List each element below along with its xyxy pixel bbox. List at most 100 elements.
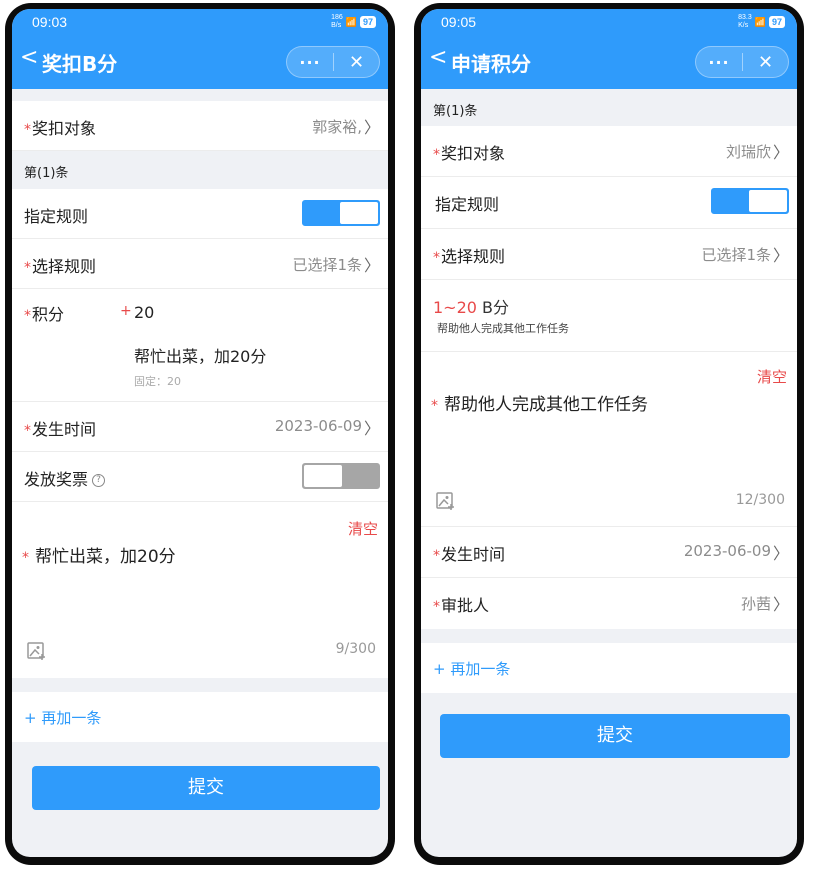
remark-text[interactable]: * 帮忙出菜，加20分 — [22, 542, 176, 567]
screenshot-canvas: 09:03 186 B/s 📶 97 < 奖扣B分 ··· ✕ *奖扣对象 郭家… — [0, 0, 817, 869]
nav-bar: < 奖扣B分 ··· ✕ — [12, 35, 388, 89]
remark-text[interactable]: * 帮助他人完成其他工作任务 — [431, 390, 648, 415]
target-label: *奖扣对象 — [433, 144, 506, 163]
clear-button[interactable]: 清空 — [348, 518, 378, 539]
required-mark: * — [24, 308, 31, 324]
phone-left: 09:03 186 B/s 📶 97 < 奖扣B分 ··· ✕ *奖扣对象 郭家… — [5, 3, 395, 865]
status-icons: 186 B/s 📶 97 — [331, 14, 376, 30]
target-value: 刘瑞欣 — [725, 143, 771, 161]
rule-toggle-label: 指定规则 — [435, 195, 500, 214]
char-counter: 9/300 — [335, 641, 376, 657]
rule-info-row: 1~20 B分 帮助他人完成其他工作任务 — [421, 280, 797, 352]
rule-range: 1~20 B分 — [433, 298, 510, 317]
submit-button[interactable]: 提交 — [32, 766, 380, 810]
network-speed: 186 B/s — [331, 14, 343, 29]
target-value: 郭家裕, — [312, 118, 362, 136]
time-value: 2023-06-09 — [683, 542, 771, 560]
chevron-right-icon: 〉 — [363, 419, 380, 438]
screen-right: 09:05 83.3 K/s 📶 97 < 申请积分 ··· ✕ 第(1)条 *… — [421, 9, 797, 857]
form-content: *奖扣对象 郭家裕, 〉 第(1)条 指定规则 *选择规则 已选择1条 〉 *积… — [12, 89, 388, 742]
add-more-row[interactable]: + 再加一条 — [421, 643, 797, 693]
screen-left: 09:03 186 B/s 📶 97 < 奖扣B分 ··· ✕ *奖扣对象 郭家… — [12, 9, 388, 857]
required-mark: * — [433, 147, 440, 163]
required-mark: * — [24, 122, 31, 138]
close-icon[interactable]: ✕ — [334, 52, 379, 73]
select-rule-value: 已选择1条 — [701, 246, 771, 264]
form-content: 第(1)条 *奖扣对象 刘瑞欣 〉 指定规则 *选择规则 已选择1条 〉 1~2… — [421, 89, 797, 693]
rule-toggle-switch[interactable] — [302, 200, 380, 226]
target-row[interactable]: *奖扣对象 刘瑞欣 〉 — [421, 126, 797, 177]
section-header: 第(1)条 — [421, 89, 797, 126]
chevron-right-icon: 〉 — [363, 256, 380, 275]
points-value[interactable]: 20 — [134, 303, 154, 322]
chevron-right-icon: 〉 — [363, 118, 380, 137]
page-title: 奖扣B分 — [42, 52, 118, 76]
status-time: 09:03 — [32, 14, 68, 30]
select-rule-row[interactable]: *选择规则 已选择1条 〉 — [421, 229, 797, 280]
status-time: 09:05 — [441, 14, 477, 30]
select-rule-label: *选择规则 — [24, 257, 97, 276]
required-mark: * — [433, 250, 440, 266]
time-row[interactable]: *发生时间 2023-06-09 〉 — [12, 402, 388, 452]
ticket-label: 发放奖票? — [24, 466, 106, 490]
close-icon[interactable]: ✕ — [743, 52, 788, 73]
top-bar: 09:03 186 B/s 📶 97 < 奖扣B分 ··· ✕ — [12, 9, 388, 89]
approver-label: *审批人 — [433, 596, 490, 615]
rule-toggle-label: 指定规则 — [24, 207, 89, 226]
status-bar: 09:05 83.3 K/s 📶 97 — [421, 9, 797, 35]
ticket-row: 发放奖票? — [12, 452, 388, 502]
required-mark: * — [433, 548, 440, 564]
time-row[interactable]: *发生时间 2023-06-09 〉 — [421, 527, 797, 578]
rule-toggle-row: 指定规则 — [421, 177, 797, 229]
points-label: *积分 — [24, 305, 65, 324]
more-icon[interactable]: ··· — [696, 53, 742, 72]
remark-block: 清空 * 帮忙出菜，加20分 9/300 — [12, 502, 388, 678]
chevron-right-icon: 〉 — [772, 143, 789, 162]
toggle-knob — [749, 190, 787, 212]
points-desc: 帮忙出菜，加20分 — [134, 347, 267, 366]
clear-button[interactable]: 清空 — [757, 366, 787, 387]
toggle-knob — [340, 202, 378, 224]
points-plus: + — [120, 303, 132, 319]
time-label: *发生时间 — [24, 420, 97, 439]
nav-bar: < 申请积分 ··· ✕ — [421, 35, 797, 89]
back-icon[interactable]: < — [429, 47, 447, 69]
time-value: 2023-06-09 — [274, 417, 362, 435]
approver-row[interactable]: *审批人 孙茜 〉 — [421, 578, 797, 629]
add-more-button[interactable]: + 再加一条 — [433, 658, 510, 679]
points-row: *积分 + 20 帮忙出菜，加20分 固定：20 — [12, 289, 388, 402]
chevron-right-icon: 〉 — [772, 595, 789, 614]
back-icon[interactable]: < — [20, 47, 38, 69]
chevron-right-icon: 〉 — [772, 544, 789, 563]
wifi-icon: 📶 — [754, 16, 766, 27]
chevron-right-icon: 〉 — [772, 246, 789, 265]
more-icon[interactable]: ··· — [287, 53, 333, 72]
time-label: *发生时间 — [433, 545, 506, 564]
toggle-knob — [304, 465, 342, 487]
image-upload-icon[interactable] — [435, 490, 457, 516]
rule-desc: 帮助他人完成其他工作任务 — [437, 322, 569, 335]
help-icon[interactable]: ? — [92, 474, 106, 487]
select-rule-label: *选择规则 — [433, 247, 506, 266]
add-more-button[interactable]: + 再加一条 — [24, 707, 101, 728]
mini-capsule: ··· ✕ — [695, 46, 789, 78]
status-icons: 83.3 K/s 📶 97 — [738, 14, 785, 30]
remark-block: 清空 * 帮助他人完成其他工作任务 12/300 — [421, 352, 797, 527]
rule-toggle-switch[interactable] — [711, 188, 789, 214]
select-rule-row[interactable]: *选择规则 已选择1条 〉 — [12, 239, 388, 289]
add-more-row[interactable]: + 再加一条 — [12, 692, 388, 742]
top-bar: 09:05 83.3 K/s 📶 97 < 申请积分 ··· ✕ — [421, 9, 797, 89]
network-speed: 83.3 K/s — [738, 14, 752, 29]
target-row[interactable]: *奖扣对象 郭家裕, 〉 — [12, 101, 388, 151]
battery-icon: 97 — [768, 16, 785, 28]
target-label: *奖扣对象 — [24, 119, 97, 138]
section-header: 第(1)条 — [12, 151, 388, 189]
ticket-toggle-switch[interactable] — [302, 463, 380, 489]
submit-button[interactable]: 提交 — [440, 714, 790, 758]
char-counter: 12/300 — [735, 492, 785, 508]
rule-toggle-row: 指定规则 — [12, 189, 388, 239]
image-upload-icon[interactable] — [26, 640, 48, 666]
mini-capsule: ··· ✕ — [286, 46, 380, 78]
battery-icon: 97 — [359, 16, 376, 28]
select-rule-value: 已选择1条 — [292, 256, 362, 274]
